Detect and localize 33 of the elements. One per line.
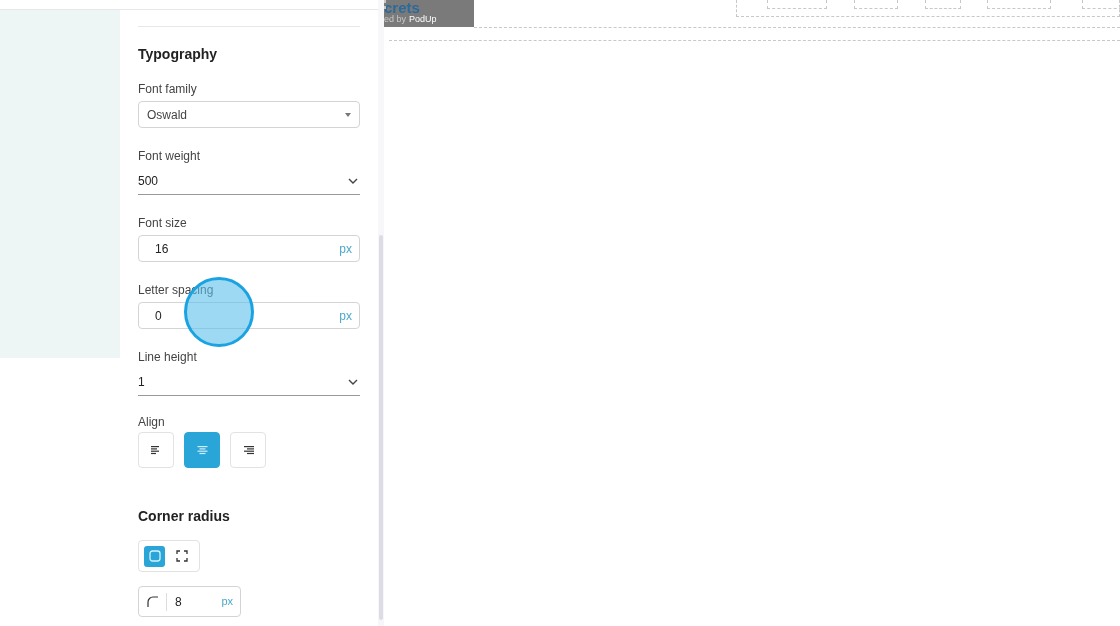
scrollbar-thumb[interactable] — [379, 235, 383, 620]
dropdown[interactable]: 1 — [138, 369, 360, 396]
align-left-button[interactable] — [138, 432, 174, 468]
unit-label: px — [339, 307, 352, 325]
logo-text: crets — [384, 0, 420, 15]
section-title: Typography — [138, 45, 219, 64]
section-title: Corner radius — [138, 508, 231, 524]
corner-radius-icon — [147, 596, 158, 607]
align-right-button[interactable] — [230, 432, 266, 468]
dropdown[interactable]: Oswald — [138, 101, 360, 128]
field-label: Font family — [138, 82, 198, 96]
field-label: Align — [138, 415, 166, 429]
dropdown[interactable]: 500 — [138, 168, 360, 195]
caret-icon — [345, 112, 351, 117]
align-right-icon — [242, 445, 254, 455]
input-field[interactable]: 16 px — [138, 235, 360, 262]
unit-label: px — [221, 594, 233, 610]
field-label: Font weight — [138, 149, 202, 163]
align-left-icon — [150, 445, 162, 455]
align-center-icon — [196, 445, 208, 455]
input-field[interactable]: 8 px — [138, 586, 241, 617]
field-label: Line height — [138, 350, 198, 364]
brand-text: PodUp — [409, 15, 437, 24]
field-label: Font size — [138, 216, 188, 230]
unit-label: px — [339, 240, 352, 258]
corners-icon — [175, 550, 188, 562]
tagline-text: ed by — [384, 15, 407, 24]
chevron-down-icon — [348, 178, 358, 184]
rounded-square-icon — [148, 550, 161, 562]
corner-mode-toggle[interactable] — [138, 540, 200, 572]
corner-uniform-button[interactable] — [144, 545, 165, 567]
input-field[interactable]: 0 px — [138, 302, 360, 329]
chevron-down-icon — [348, 379, 358, 385]
